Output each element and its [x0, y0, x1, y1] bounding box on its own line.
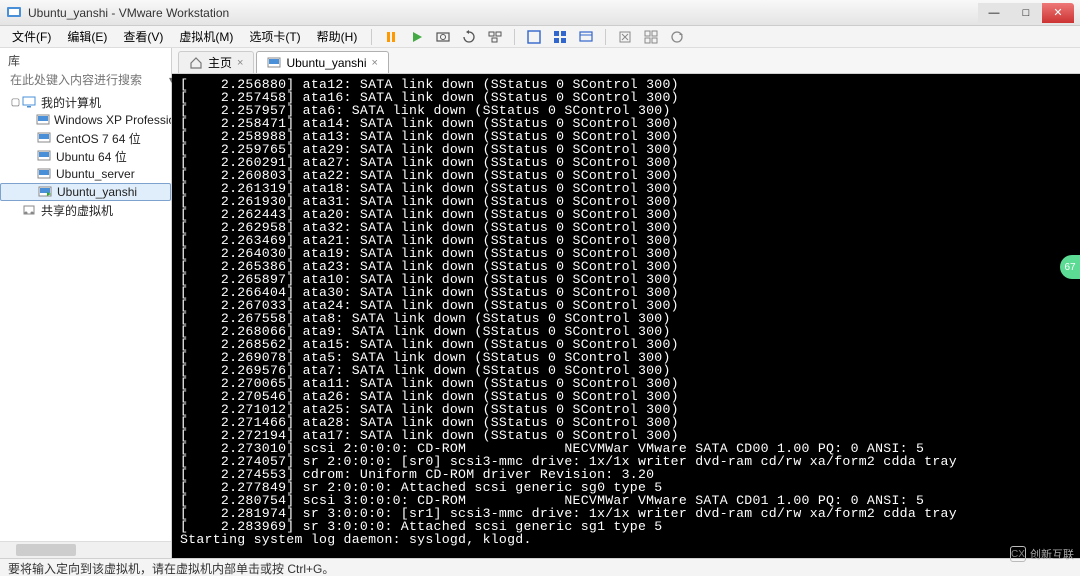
window-controls: — □ ✕ — [978, 3, 1074, 23]
watermark-text: 创新互联 — [1030, 546, 1074, 562]
status-text: 要将输入定向到该虚拟机，请在虚拟机内部单击或按 Ctrl+G。 — [8, 562, 334, 576]
window-title: Ubuntu_yanshi - VMware Workstation — [28, 6, 978, 20]
content-area: 主页 × Ubuntu_yanshi × [ 2.256880] ata12: … — [172, 48, 1080, 558]
play-button[interactable] — [406, 27, 428, 47]
home-icon — [189, 56, 203, 70]
menu-vm[interactable]: 虚拟机(M) — [173, 26, 239, 47]
menu-file[interactable]: 文件(F) — [6, 26, 57, 47]
vm-icon — [36, 131, 52, 145]
shared-icon — [21, 203, 37, 217]
vm-icon — [36, 113, 50, 127]
vm-icon — [36, 167, 52, 181]
tree-node-winxp[interactable]: Windows XP Professio — [0, 111, 171, 129]
snapshot-button[interactable] — [432, 27, 454, 47]
tab-home[interactable]: 主页 × — [178, 51, 254, 73]
tree-label: Ubuntu 64 位 — [56, 148, 127, 165]
tab-label: Ubuntu_yanshi — [286, 56, 366, 70]
tab-ubuntu-yanshi[interactable]: Ubuntu_yanshi × — [256, 51, 389, 73]
separator — [514, 29, 515, 45]
menu-view[interactable]: 查看(V) — [117, 26, 169, 47]
menu-tabs[interactable]: 选项卡(T) — [243, 26, 306, 47]
tree-label: Windows XP Professio — [54, 113, 171, 127]
tree-label: 共享的虚拟机 — [41, 202, 113, 219]
tree-node-ubuntu64[interactable]: Ubuntu 64 位 — [0, 147, 171, 165]
separator — [371, 29, 372, 45]
scrollbar-thumb[interactable] — [16, 544, 76, 556]
sidebar-search: ▾ — [0, 71, 171, 91]
sidebar: 库 ▾ ▢ 我的计算机 Windows XP Professio CentOS … — [0, 48, 172, 558]
library-tree: ▢ 我的计算机 Windows XP Professio CentOS 7 64… — [0, 91, 171, 541]
tree-node-centos[interactable]: CentOS 7 64 位 — [0, 129, 171, 147]
tree-label: Ubuntu_server — [56, 167, 135, 181]
close-button[interactable]: ✕ — [1042, 3, 1074, 23]
sidebar-scrollbar[interactable] — [0, 541, 171, 558]
status-bar: 要将输入定向到该虚拟机，请在虚拟机内部单击或按 Ctrl+G。 — [0, 558, 1080, 576]
collapse-icon[interactable]: ▢ — [10, 97, 21, 108]
minimize-button[interactable]: — — [978, 3, 1010, 23]
sidebar-header: 库 — [0, 48, 171, 71]
terminal-line: Starting system log daemon: syslogd, klo… — [180, 533, 1072, 546]
separator — [605, 29, 606, 45]
tree-label: Ubuntu_yanshi — [57, 185, 137, 199]
console-view-button[interactable] — [575, 27, 597, 47]
fullscreen-button[interactable] — [523, 27, 545, 47]
pause-button[interactable] — [380, 27, 402, 47]
maximize-button[interactable]: □ — [1010, 3, 1042, 23]
tree-label: CentOS 7 64 位 — [56, 130, 141, 147]
vm-icon — [267, 56, 281, 70]
tree-label: 我的计算机 — [41, 94, 101, 111]
menu-edit[interactable]: 编辑(E) — [61, 26, 113, 47]
vm-icon — [36, 149, 52, 163]
vmware-icon — [6, 5, 22, 21]
thumbnail-button[interactable] — [640, 27, 662, 47]
computer-icon — [21, 95, 37, 109]
close-icon[interactable]: × — [372, 57, 378, 69]
tree-node-shared[interactable]: 共享的虚拟机 — [0, 201, 171, 219]
cycle-button[interactable] — [666, 27, 688, 47]
watermark-logo-icon: CX — [1010, 546, 1026, 562]
search-input[interactable] — [10, 73, 165, 87]
close-icon[interactable]: × — [237, 57, 243, 69]
main-area: 库 ▾ ▢ 我的计算机 Windows XP Professio CentOS … — [0, 48, 1080, 558]
stretch-button[interactable] — [614, 27, 636, 47]
menu-help[interactable]: 帮助(H) — [311, 26, 364, 47]
watermark: CX 创新互联 — [1010, 546, 1074, 562]
vm-console[interactable]: [ 2.256880] ata12: SATA link down (SStat… — [172, 74, 1080, 558]
tab-bar: 主页 × Ubuntu_yanshi × — [172, 48, 1080, 74]
floating-badge[interactable]: 67 — [1060, 255, 1080, 279]
revert-button[interactable] — [458, 27, 480, 47]
title-bar: Ubuntu_yanshi - VMware Workstation — □ ✕ — [0, 0, 1080, 26]
tree-node-my-computer[interactable]: ▢ 我的计算机 — [0, 93, 171, 111]
snapshot-manager-button[interactable] — [484, 27, 506, 47]
menu-bar: 文件(F) 编辑(E) 查看(V) 虚拟机(M) 选项卡(T) 帮助(H) — [0, 26, 1080, 48]
unity-button[interactable] — [549, 27, 571, 47]
tab-label: 主页 — [208, 54, 232, 71]
tree-node-ubuntu-yanshi[interactable]: Ubuntu_yanshi — [0, 183, 171, 201]
vm-running-icon — [37, 185, 53, 199]
tree-node-ubuntu-server[interactable]: Ubuntu_server — [0, 165, 171, 183]
